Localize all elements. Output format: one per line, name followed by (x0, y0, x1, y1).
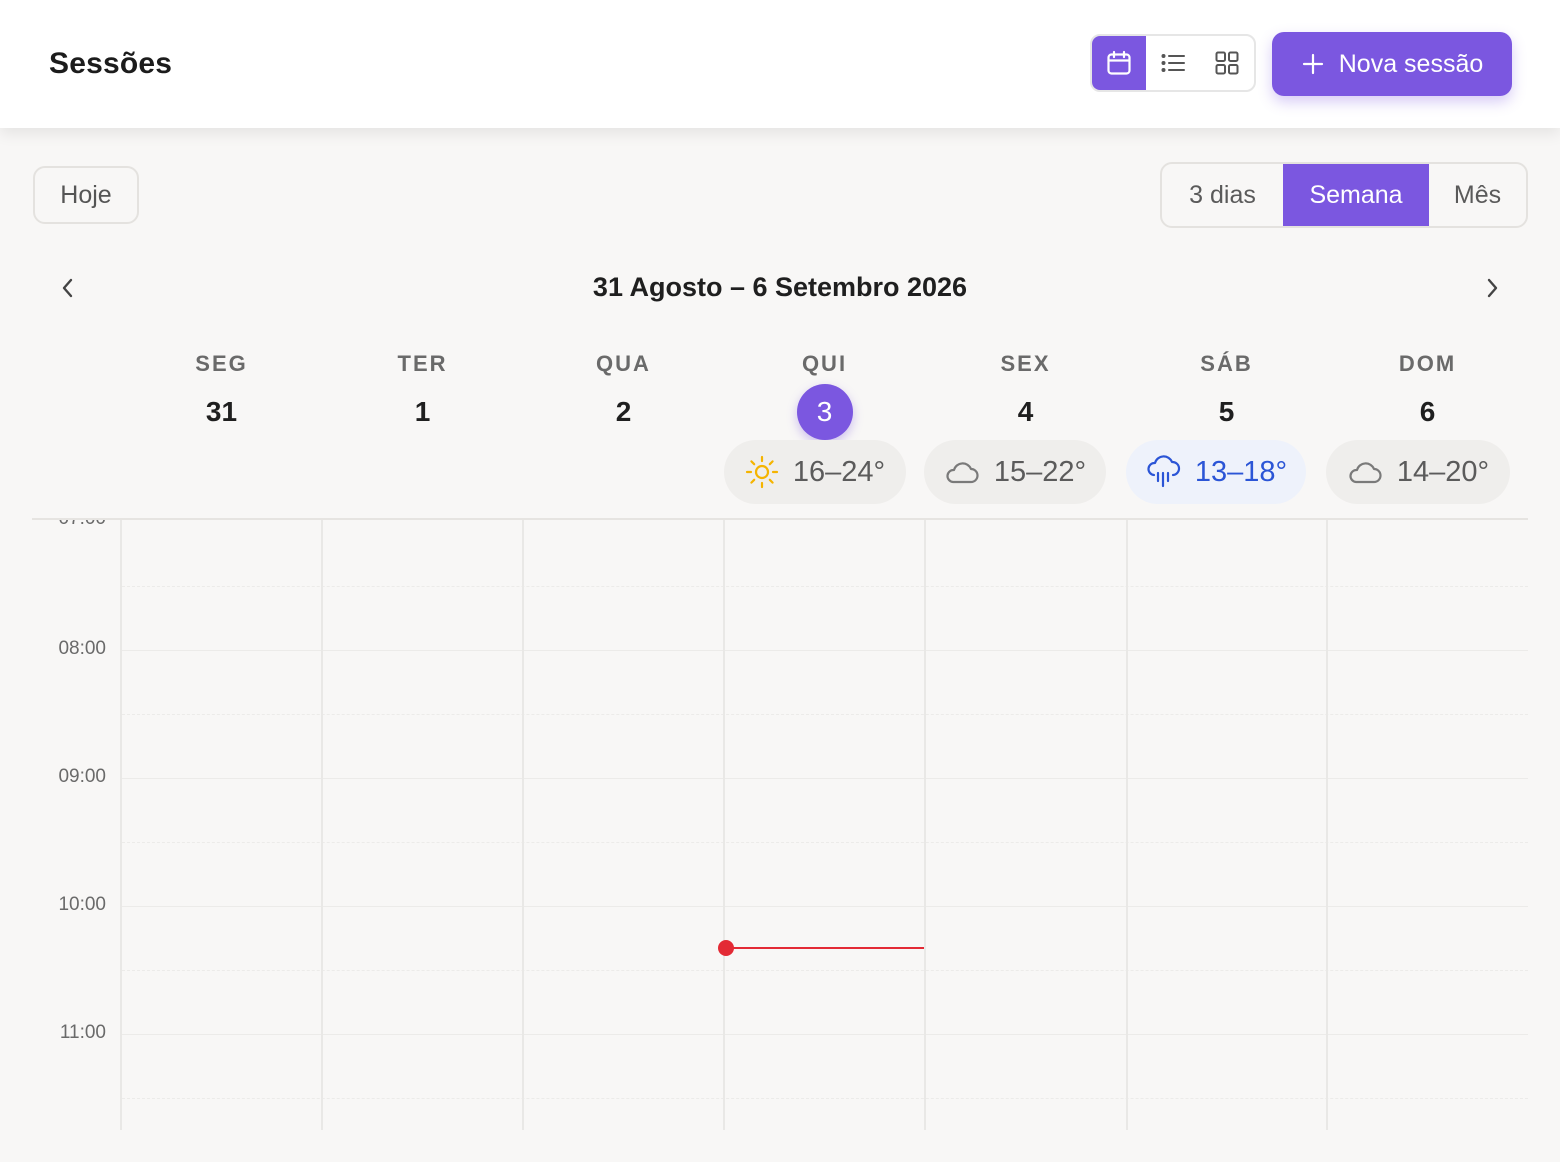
hour-label: 07:00 (30, 520, 106, 530)
view-mode-switch (1090, 34, 1256, 92)
chevron-right-icon (1487, 278, 1498, 298)
half-hour-line (122, 842, 1528, 843)
today-day-number: 3 (796, 384, 853, 440)
week-range-title: 31 Agosto – 6 Setembro 2026 (592, 272, 968, 302)
day-of-week-label: SEG (195, 351, 248, 376)
day-column-divider (723, 520, 725, 1130)
day-column-divider (522, 520, 524, 1130)
temperature-range: 13–18° (1194, 455, 1288, 488)
calendar-icon (1107, 50, 1131, 75)
temperature-range: 16–24° (792, 455, 886, 488)
range-3-days-button[interactable]: 3 dias (1162, 164, 1283, 226)
sun-icon (745, 455, 778, 489)
week-time-grid[interactable]: 07:00 08:00 09:00 10:00 11:00 (0, 520, 1560, 1130)
temperature-range: 14–20° (1396, 455, 1490, 488)
grid-icon (1215, 51, 1239, 75)
cloud-icon (1349, 462, 1382, 484)
day-header-thu[interactable]: QUI 3 (724, 350, 925, 440)
day-of-week-label: TER (397, 351, 448, 376)
hour-label: 09:00 (58, 766, 106, 787)
range-switch: 3 dias Semana Mês (1160, 162, 1528, 228)
new-session-label: Nova sessão (1338, 49, 1484, 78)
day-number: 4 (1017, 396, 1034, 427)
day-of-week-label: DOM (1398, 351, 1457, 376)
app-header: Sessões Nova sessão (0, 0, 1560, 128)
weather-chip-fri: 15–22° (924, 440, 1106, 504)
day-of-week-label: QUA (596, 351, 651, 376)
half-hour-line (122, 970, 1528, 971)
rain-cloud-icon (1147, 455, 1180, 488)
half-hour-line (122, 1098, 1528, 1099)
weather-chip-sat: 13–18° (1126, 440, 1306, 504)
hour-line (122, 906, 1528, 907)
next-week-button[interactable] (1476, 272, 1508, 304)
temperature-range: 15–22° (993, 455, 1087, 488)
day-header-tue[interactable]: TER 1 (322, 350, 523, 440)
day-column-divider (1326, 520, 1328, 1130)
hour-label: 11:00 (59, 1022, 106, 1043)
hour-line (122, 650, 1528, 651)
day-number: 6 (1419, 396, 1436, 427)
hour-line (122, 1034, 1528, 1035)
day-number: 1 (414, 396, 431, 427)
day-column-divider (1126, 520, 1128, 1130)
day-header-sun[interactable]: DOM 6 (1327, 350, 1528, 440)
new-session-button[interactable]: Nova sessão (1272, 32, 1512, 96)
view-list-button[interactable] (1146, 36, 1200, 90)
day-header-wed[interactable]: QUA 2 (523, 350, 724, 440)
day-header-fri[interactable]: SEX 4 (925, 350, 1126, 440)
hour-label: 08:00 (58, 638, 106, 659)
half-hour-line (122, 714, 1528, 715)
hour-line (122, 778, 1528, 779)
range-week-button[interactable]: Semana (1283, 164, 1429, 226)
day-of-week-label: SÁB (1200, 351, 1253, 376)
plus-icon (1302, 53, 1323, 75)
weather-chip-thu: 16–24° (724, 440, 906, 504)
day-header-mon[interactable]: SEG 31 (121, 350, 322, 440)
view-calendar-button[interactable] (1092, 36, 1146, 90)
hour-label: 10:00 (58, 894, 106, 915)
cloud-icon (946, 462, 979, 484)
day-column-divider (321, 520, 323, 1130)
half-hour-line (122, 586, 1528, 587)
today-button[interactable]: Hoje (33, 166, 139, 224)
day-header-sat[interactable]: SÁB 5 (1126, 350, 1327, 440)
view-grid-button[interactable] (1200, 36, 1254, 90)
current-time-line (726, 947, 924, 949)
day-of-week-label: SEX (1000, 351, 1051, 376)
range-month-button[interactable]: Mês (1429, 164, 1526, 226)
day-column-divider (924, 520, 926, 1130)
day-column-divider (120, 520, 122, 1130)
page-title: Sessões (49, 47, 173, 80)
day-number: 2 (615, 396, 632, 427)
day-number: 5 (1218, 396, 1235, 427)
day-of-week-label: QUI (801, 351, 848, 376)
list-icon (1161, 54, 1185, 72)
day-number: 31 (205, 396, 238, 427)
weather-chip-sun: 14–20° (1326, 440, 1510, 504)
